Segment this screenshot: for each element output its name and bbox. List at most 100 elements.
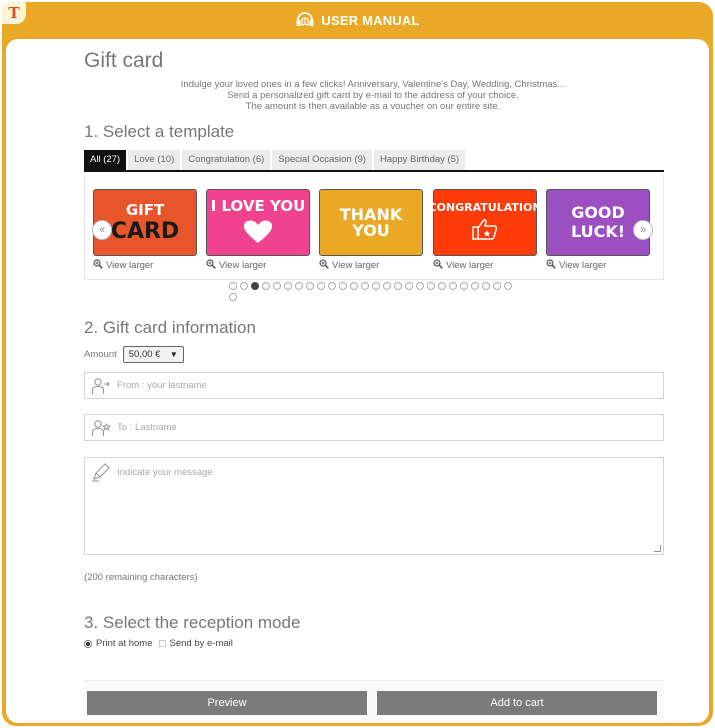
pagination-dot[interactable] <box>449 282 457 290</box>
template-carousel: GIFT CARD View larger I LOVE YOU View la… <box>84 174 664 280</box>
pagination-dot[interactable] <box>471 282 479 290</box>
pagination-dot[interactable] <box>416 282 424 290</box>
thumbs-up-icon <box>472 218 498 243</box>
view-larger-link[interactable]: View larger <box>319 259 423 272</box>
pagination-dot[interactable] <box>438 282 446 290</box>
template-card-i-love-you[interactable]: I LOVE YOU View larger <box>206 189 310 272</box>
pagination-dot[interactable] <box>251 282 259 290</box>
header-title: USER MANUAL <box>321 12 420 28</box>
amount-row: Amount 50,00 € ▼ <box>84 346 184 363</box>
message-textarea[interactable]: Indicate your message <box>84 457 664 555</box>
pagination-dot[interactable] <box>328 282 336 290</box>
amount-select[interactable]: 50,00 € ▼ <box>122 346 184 363</box>
pagination-dot[interactable] <box>306 282 314 290</box>
action-bar: Preview Add to cart <box>84 680 664 723</box>
pagination-dot[interactable] <box>405 282 413 290</box>
top-bar: USER MANUAL <box>2 2 713 38</box>
intro-line: The amount is then available as a vouche… <box>245 101 501 112</box>
pagination-dot[interactable] <box>383 282 391 290</box>
user-manual-icon <box>295 11 315 29</box>
intro-line: Send a personalized gift card by e-mail … <box>227 90 519 101</box>
template-card-congratulation[interactable]: CONGRATULATION View larger <box>428 189 542 272</box>
message-placeholder: Indicate your message <box>117 467 213 478</box>
from-placeholder: From : your lastname <box>117 380 207 391</box>
view-larger-link[interactable]: View larger <box>206 259 310 272</box>
section-heading-reception: 3. Select the reception mode <box>84 613 301 632</box>
carousel-pagination <box>229 282 519 301</box>
zoom-icon <box>206 259 216 272</box>
template-tabs: All (27) Love (10) Congratulation (6) Sp… <box>84 150 664 172</box>
carousel-prev-arrow[interactable]: « <box>92 220 112 240</box>
zoom-icon <box>93 259 103 272</box>
pagination-dot[interactable] <box>317 282 325 290</box>
view-larger-link[interactable]: View larger <box>93 259 197 272</box>
tab-special-occasion[interactable]: Special Occasion (9) <box>272 150 372 170</box>
view-larger-label: View larger <box>219 260 267 271</box>
zoom-icon <box>319 259 329 272</box>
pagination-dot[interactable] <box>284 282 292 290</box>
pagination-dot[interactable] <box>339 282 347 290</box>
card-text: I LOVE YOU <box>210 196 306 215</box>
person-to-icon <box>85 419 117 437</box>
pagination-dot[interactable] <box>240 282 248 290</box>
pagination-dot[interactable] <box>482 282 490 290</box>
view-larger-link[interactable]: View larger <box>433 259 537 272</box>
card-image[interactable]: CONGRATULATION <box>428 189 542 256</box>
pagination-dot[interactable] <box>229 293 237 301</box>
zoom-icon <box>546 259 556 272</box>
pagination-dot[interactable] <box>262 282 270 290</box>
pagination-dot[interactable] <box>427 282 435 290</box>
pagination-dot[interactable] <box>361 282 369 290</box>
template-card-thank-you[interactable]: THANK YOU View larger <box>319 189 423 272</box>
card-text: CARD <box>110 218 180 244</box>
card-text: GIFT <box>125 200 165 219</box>
pagination-dot[interactable] <box>295 282 303 290</box>
send-by-email-radio[interactable] <box>158 640 166 647</box>
view-larger-label: View larger <box>332 260 380 271</box>
tab-congratulation[interactable]: Congratulation (6) <box>182 150 271 170</box>
card-image[interactable]: THANK YOU <box>319 189 423 256</box>
view-larger-label: View larger <box>559 260 607 271</box>
pagination-dot[interactable] <box>504 282 512 290</box>
tab-love[interactable]: Love (10) <box>128 150 181 170</box>
pagination-dot[interactable] <box>350 282 358 290</box>
print-at-home-label[interactable]: Print at home <box>96 638 153 649</box>
pen-icon <box>85 458 117 482</box>
tab-happy-birthday[interactable]: Happy Birthday (5) <box>373 150 466 170</box>
pagination-dot[interactable] <box>460 282 468 290</box>
preview-button[interactable]: Preview <box>87 691 367 715</box>
zoom-icon <box>433 259 443 272</box>
view-larger-link[interactable]: View larger <box>546 259 650 272</box>
card-text: THANK YOU <box>339 204 403 240</box>
to-placeholder: To : Lastname <box>117 422 177 433</box>
pagination-dot[interactable] <box>273 282 281 290</box>
tab-all[interactable]: All (27) <box>84 150 127 170</box>
pagination-dot[interactable] <box>493 282 501 290</box>
section-heading-template: 1. Select a template <box>84 122 235 141</box>
main-content: Gift card Indulge your loved ones in a f… <box>6 39 709 723</box>
resize-handle[interactable] <box>654 545 661 552</box>
page-title: Gift card <box>84 49 164 72</box>
from-field[interactable]: From : your lastname <box>84 372 664 399</box>
heart-icon <box>243 220 273 247</box>
card-text: GOOD <box>571 203 625 222</box>
view-larger-label: View larger <box>106 260 154 271</box>
card-text: LUCK! <box>570 222 626 241</box>
view-larger-label: View larger <box>446 260 494 271</box>
send-by-email-label[interactable]: Send by e-mail <box>170 638 233 649</box>
to-field[interactable]: To : Lastname <box>84 414 664 441</box>
pagination-dot[interactable] <box>229 282 237 290</box>
person-from-icon <box>85 377 117 395</box>
print-at-home-radio[interactable] <box>84 639 92 648</box>
card-image[interactable]: I LOVE YOU <box>206 189 310 256</box>
section-heading-info: 2. Gift card information <box>84 318 256 337</box>
remaining-characters: (200 remaining characters) <box>84 572 198 583</box>
pagination-dot[interactable] <box>372 282 380 290</box>
app-frame: T USER MANUAL Gift card Indulge your lov… <box>2 2 713 726</box>
add-to-cart-button[interactable]: Add to cart <box>377 691 657 715</box>
pagination-dot[interactable] <box>394 282 402 290</box>
card-image[interactable]: GOOD LUCK! <box>546 189 650 256</box>
caret-down-icon: ▼ <box>169 350 178 359</box>
card-text: CONGRATULATION <box>428 201 542 214</box>
carousel-next-arrow[interactable]: » <box>633 220 653 240</box>
